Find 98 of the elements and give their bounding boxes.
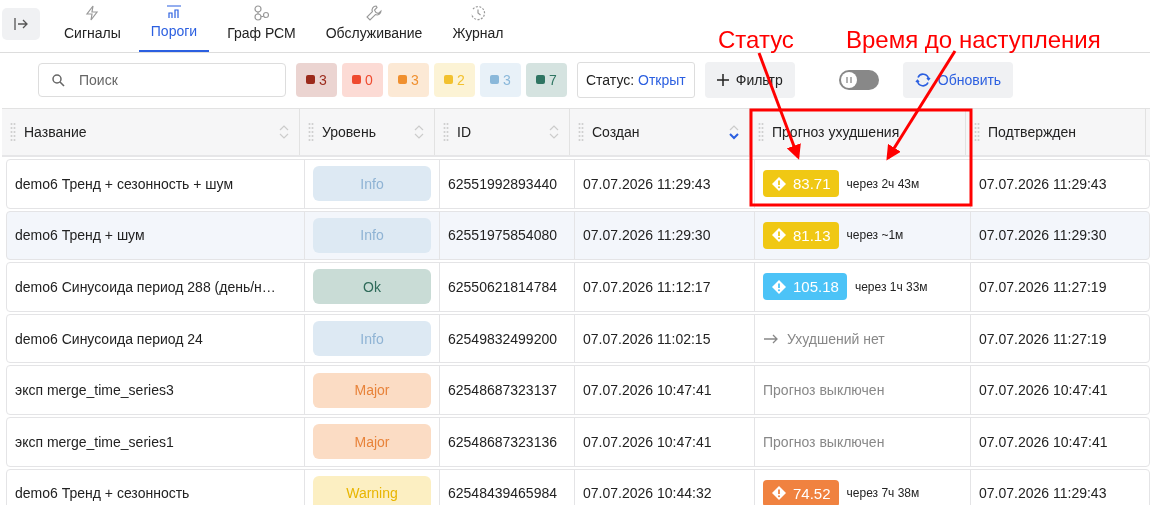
table-row[interactable]: demo6 Тренд + сезонность Warning 62548439465984 07.07.2026 10:44:32 74.52 через 7ч 38м 07.07.2026 11:29:43 — [6, 468, 1150, 505]
signal-name: demo6 Тренд + сезонность — [15, 485, 190, 502]
id-text: 62551975854080 — [448, 227, 557, 244]
forecast-badge: 74.52 — [763, 479, 839, 505]
sort-icon — [279, 124, 289, 140]
created-time: 07.07.2026 11:02:15 — [583, 330, 711, 347]
forecast-status: Прогноз выключен — [763, 433, 885, 450]
id-text: 62548439465984 — [448, 485, 557, 502]
signal-name: эксп merge_time_series1 — [15, 433, 174, 450]
column-header[interactable]: Создан — [570, 109, 750, 155]
tab[interactable]: Журнал — [440, 0, 516, 52]
wrench-icon — [366, 5, 383, 21]
created-time: 07.07.2026 11:29:43 — [583, 175, 711, 192]
signal-name: demo6 Синусоида период 24 — [15, 330, 203, 347]
signal-name: demo6 Тренд + сезонность + шум — [15, 175, 234, 192]
pause-icon — [844, 75, 853, 84]
tab[interactable]: Граф РСМ — [215, 0, 308, 52]
sort-icon — [414, 124, 424, 140]
severity-counter[interactable]: 7 — [526, 62, 567, 97]
level-badge: Info — [313, 321, 431, 357]
id-text: 62551992893440 — [448, 175, 557, 192]
expand-sidebar-button[interactable] — [2, 8, 40, 40]
forecast-badge: 81.13 — [763, 221, 839, 249]
created-time: 07.07.2026 11:12:17 — [583, 279, 711, 295]
drag-handle-icon — [443, 123, 449, 141]
graph-nodes-icon — [253, 5, 270, 21]
table-row[interactable]: demo6 Синусоида период 288 (день/н… Ok 62550621814784 07.07.2026 11:12:17 105.18 через 1ч 33м 07.07.2026 11:27:19 — [6, 262, 1150, 312]
confirmed-time: 07.07.2026 11:29:43 — [979, 485, 1107, 502]
sort-descending-icon — [729, 124, 739, 140]
created-time: 07.07.2026 10:47:41 — [583, 382, 712, 399]
eta-text: через 1ч 33м — [854, 280, 928, 294]
confirmed-time: 07.07.2026 11:27:19 — [979, 279, 1107, 295]
annotation-label: Время до наступления — [846, 28, 1101, 52]
column-header[interactable]: Подтвержден — [966, 109, 1146, 155]
confirmed-time: 07.07.2026 10:47:41 — [979, 382, 1108, 399]
arrow-right-icon — [763, 333, 779, 344]
created-time: 07.07.2026 11:29:30 — [583, 227, 711, 244]
column-header[interactable]: Название — [2, 109, 300, 155]
created-time: 07.07.2026 10:47:41 — [583, 433, 712, 450]
plus-icon — [716, 73, 729, 86]
search-field[interactable]: Поиск — [38, 62, 286, 97]
table-row[interactable]: эксп merge_time_series3 Major 62548687323137 07.07.2026 10:47:41 Прогноз выключен 07.07.2026 10:47:41 — [6, 365, 1150, 415]
id-text: 62549832499200 — [448, 330, 557, 347]
drag-handle-icon — [758, 123, 764, 141]
refresh-icon — [914, 71, 931, 88]
table-row[interactable]: demo6 Тренд + сезонность + шум Info 62551992893440 07.07.2026 11:29:43 83.71 через 2ч 43м 07.07.2026 11:29:43 — [6, 159, 1150, 209]
tab[interactable]: Обслуживание — [313, 0, 435, 52]
created-time: 07.07.2026 10:44:32 — [583, 485, 712, 502]
drag-handle-icon — [974, 123, 980, 141]
level-badge: Warning — [313, 475, 431, 505]
level-badge: Info — [313, 166, 431, 202]
signal-name: эксп merge_time_series3 — [15, 382, 174, 399]
expand-icon — [14, 18, 28, 30]
id-text: 62548687323137 — [448, 382, 557, 399]
annotation-label: Статус — [718, 28, 794, 52]
table-row[interactable]: demo6 Тренд + шум Info 62551975854080 07.07.2026 11:29:30 81.13 через ~1м 07.07.2026 11:29:30 — [6, 210, 1150, 261]
forecast-status: Ухудшений нет — [787, 330, 885, 347]
threshold-bars-icon — [165, 5, 182, 19]
tab[interactable]: Пороги — [138, 0, 210, 52]
column-header[interactable]: Уровень — [300, 109, 435, 155]
confirmed-time: 07.07.2026 11:29:30 — [979, 227, 1107, 244]
lightning-icon — [85, 5, 100, 21]
level-badge: Major — [313, 424, 431, 460]
id-text: 62550621814784 — [448, 279, 557, 295]
warning-icon — [771, 485, 787, 502]
signal-name: demo6 Синусоида период 288 (день/н… — [15, 279, 276, 295]
search-icon — [52, 73, 65, 87]
confirmed-time: 07.07.2026 10:47:41 — [979, 433, 1108, 450]
warning-icon — [771, 279, 787, 295]
eta-text: через 7ч 38м — [846, 486, 920, 501]
history-icon — [469, 5, 486, 21]
tab[interactable]: Сигналы — [52, 0, 133, 52]
confirmed-time: 07.07.2026 11:27:19 — [979, 330, 1107, 347]
eta-text: через 2ч 43м — [846, 176, 920, 191]
warning-icon — [771, 227, 787, 244]
forecast-badge: 83.71 — [763, 170, 839, 198]
status-filter[interactable]: Статус: Открыт — [577, 61, 695, 98]
drag-handle-icon — [308, 123, 314, 141]
forecast-badge: 105.18 — [763, 273, 847, 301]
column-header[interactable]: ID — [435, 109, 570, 155]
level-badge: Major — [313, 372, 431, 408]
sort-icon — [549, 124, 559, 140]
drag-handle-icon — [10, 123, 16, 141]
table-row[interactable]: эксп merge_time_series1 Major 62548687323136 07.07.2026 10:47:41 Прогноз выключен 07.07.2026 10:47:41 — [6, 416, 1150, 467]
status-value: Открыт — [638, 71, 686, 88]
table-row[interactable]: demo6 Синусоида период 24 Info 62549832499200 07.07.2026 11:02:15 Ухудшений нет 07.07.2026 11:27:19 — [6, 313, 1150, 364]
signal-name: demo6 Тренд + шум — [15, 227, 145, 244]
pause-toggle[interactable] — [838, 69, 879, 90]
id-text: 62548687323136 — [448, 433, 557, 450]
drag-handle-icon — [578, 123, 584, 141]
confirmed-time: 07.07.2026 11:29:43 — [979, 175, 1107, 192]
level-badge: Info — [313, 217, 431, 253]
forecast-status: Прогноз выключен — [763, 382, 885, 399]
refresh-button[interactable]: Обновить — [902, 61, 1014, 98]
severity-counter[interactable]: 3 — [296, 62, 337, 97]
eta-text: через ~1м — [846, 228, 904, 243]
warning-icon — [771, 175, 787, 192]
level-badge: Ok — [313, 269, 431, 305]
